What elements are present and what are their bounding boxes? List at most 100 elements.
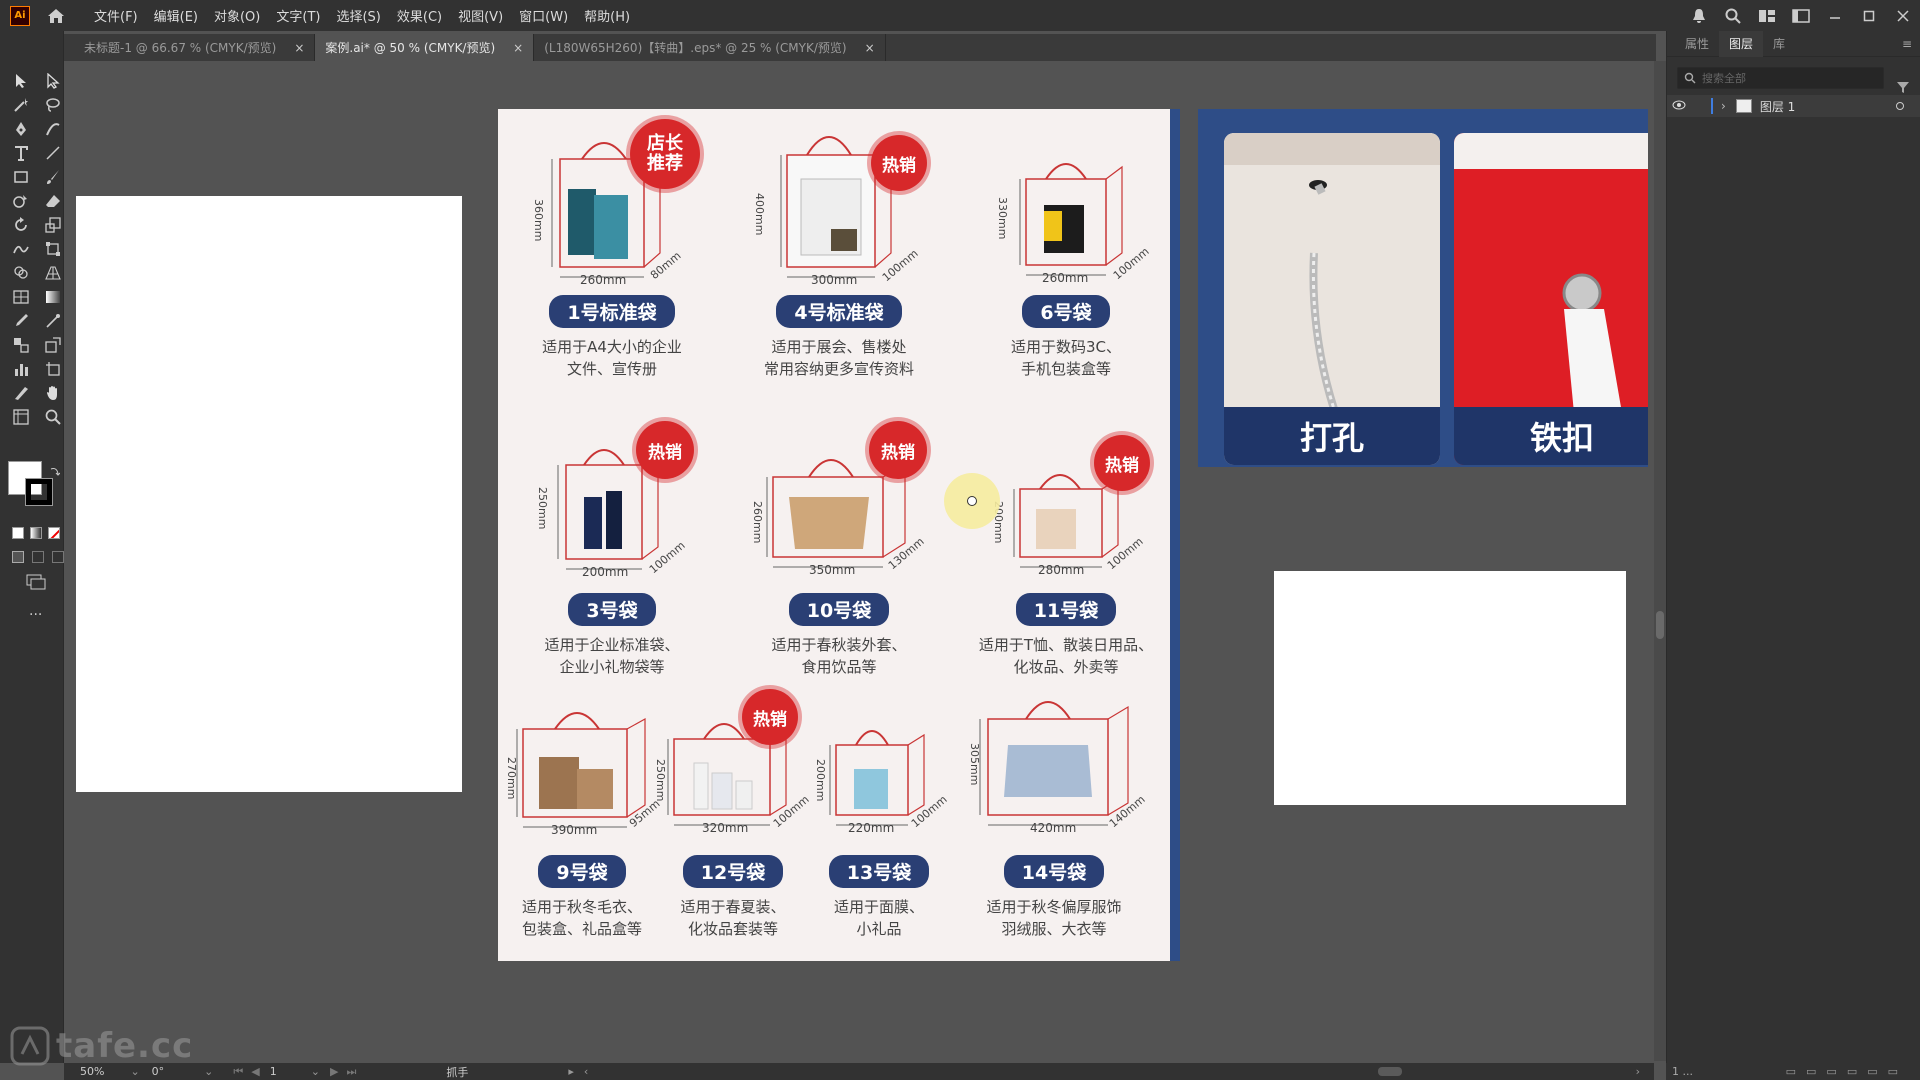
column-graph-tool-icon[interactable] <box>9 357 33 381</box>
more-tools-icon[interactable]: ··· <box>29 607 42 623</box>
layer-actions-icons[interactable]: ▭▭▭▭▭▭ <box>1786 1065 1908 1078</box>
menu-file[interactable]: 文件(F) <box>86 6 146 25</box>
bag-size-chart-artwork[interactable]: 店长 推荐 360mm 260mm 80mm 1号标准袋 适用于A4大小的企业 … <box>498 109 1170 961</box>
bag-usage-text: 适用于数码3C、 手机包装盒等 <box>1010 338 1122 378</box>
eraser-tool-icon[interactable] <box>41 189 65 213</box>
menu-select[interactable]: 选择(S) <box>328 6 388 25</box>
tab-libraries[interactable]: 库 <box>1763 35 1795 52</box>
gradient-tool-icon[interactable] <box>41 285 65 309</box>
tab-layers[interactable]: 图层 <box>1719 30 1764 57</box>
print-tiling-tool-icon[interactable] <box>9 405 33 429</box>
first-artboard-icon[interactable]: ⏮ <box>233 1065 243 1079</box>
pen-tool-icon[interactable] <box>9 117 33 141</box>
free-transform-tool-icon[interactable] <box>41 237 65 261</box>
hand-tool-icon[interactable] <box>41 381 65 405</box>
shaper-tool-icon[interactable] <box>9 189 33 213</box>
document-tab[interactable]: (L180W65H260)【转曲】.eps* @ 25 % (CMYK/预览) … <box>534 34 886 61</box>
layer-target-icon[interactable] <box>1896 102 1904 110</box>
perspective-grid-tool-icon[interactable] <box>41 261 65 285</box>
slice-tool-icon[interactable] <box>9 381 33 405</box>
status-menu-arrow-icon[interactable]: ▸ <box>568 1065 574 1078</box>
menu-type[interactable]: 文字(T) <box>268 6 328 25</box>
horizontal-scroll-thumb[interactable] <box>1378 1067 1402 1076</box>
rotation-dropdown-icon[interactable]: ⌄ <box>204 1065 213 1078</box>
fill-stroke-swatches[interactable] <box>8 461 56 509</box>
horizontal-scroll-right-icon[interactable]: › <box>1636 1065 1640 1078</box>
gradient-mode-icon[interactable] <box>30 527 42 539</box>
prev-artboard-icon[interactable]: ◀ <box>251 1065 259 1078</box>
menu-help[interactable]: 帮助(H) <box>576 6 638 25</box>
layers-search-input[interactable]: 搜索全部 <box>1677 67 1884 89</box>
canvas-vertical-scrollbar[interactable] <box>1654 61 1666 1061</box>
panel-menu-icon[interactable]: ≡ <box>1902 37 1912 51</box>
document-tab-active[interactable]: 案例.ai* @ 50 % (CMYK/预览) × <box>315 34 535 61</box>
artboard-dropdown-icon[interactable]: ⌄ <box>311 1065 320 1078</box>
tab-properties[interactable]: 属性 <box>1675 35 1719 52</box>
zoom-dropdown-icon[interactable]: ⌄ <box>130 1065 139 1078</box>
tab-close-icon[interactable]: × <box>294 41 304 55</box>
draw-normal-icon[interactable] <box>12 551 24 563</box>
menu-edit[interactable]: 编辑(E) <box>146 6 206 25</box>
dim-height: 200mm <box>814 759 827 802</box>
color-mode-icon[interactable] <box>12 527 24 539</box>
rotate-tool-icon[interactable] <box>9 213 33 237</box>
type-tool-icon[interactable] <box>9 141 33 165</box>
arrange-documents-icon[interactable] <box>1750 0 1784 31</box>
zoom-level[interactable]: 50% <box>80 1065 104 1078</box>
menu-effect[interactable]: 效果(C) <box>389 6 450 25</box>
workspace-switcher-icon[interactable] <box>1784 0 1818 31</box>
magic-wand-tool-icon[interactable] <box>9 93 33 117</box>
close-window-icon[interactable] <box>1886 0 1920 31</box>
rotation-value[interactable]: 0° <box>152 1065 165 1078</box>
notification-bell-icon[interactable] <box>1682 0 1716 31</box>
maximize-icon[interactable] <box>1852 0 1886 31</box>
home-icon[interactable] <box>46 6 66 26</box>
artboard-right[interactable] <box>1274 571 1626 805</box>
minimize-icon[interactable] <box>1818 0 1852 31</box>
blend-tool-icon[interactable] <box>9 333 33 357</box>
menu-window[interactable]: 窗口(W) <box>511 6 576 25</box>
punch-hole-card: 打孔 <box>1224 133 1440 465</box>
scale-tool-icon[interactable] <box>41 213 65 237</box>
layer-row[interactable]: › 图层 1 <box>1667 95 1920 117</box>
canvas-area[interactable]: 店长 推荐 360mm 260mm 80mm 1号标准袋 适用于A4大小的企业 … <box>64 61 1654 1061</box>
next-artboard-icon[interactable]: ▶ <box>330 1065 338 1078</box>
artboard-number[interactable]: 1 <box>270 1065 277 1078</box>
direct-selection-tool-icon[interactable] <box>41 69 65 93</box>
tab-close-icon[interactable]: × <box>865 41 875 55</box>
visibility-eye-icon[interactable] <box>1667 99 1691 113</box>
screen-mode-icon[interactable] <box>26 574 46 594</box>
eyedropper-tool-icon[interactable] <box>9 309 33 333</box>
lasso-tool-icon[interactable] <box>41 93 65 117</box>
draw-behind-icon[interactable] <box>32 551 44 563</box>
menu-view[interactable]: 视图(V) <box>450 6 511 25</box>
curvature-tool-icon[interactable] <box>41 117 65 141</box>
live-paint-tool-icon[interactable] <box>41 333 65 357</box>
mesh-tool-icon[interactable] <box>9 285 33 309</box>
last-artboard-icon[interactable]: ⏭ <box>346 1065 356 1079</box>
swap-fill-stroke-icon[interactable] <box>50 461 61 480</box>
measure-tool-icon[interactable] <box>41 309 65 333</box>
search-icon[interactable] <box>1716 0 1750 31</box>
filter-icon[interactable] <box>1896 79 1910 98</box>
none-mode-icon[interactable] <box>48 527 60 539</box>
menu-object[interactable]: 对象(O) <box>206 6 268 25</box>
shape-builder-tool-icon[interactable] <box>9 261 33 285</box>
stroke-swatch[interactable] <box>25 478 53 506</box>
zoom-tool-icon[interactable] <box>41 405 65 429</box>
artboard-left[interactable] <box>76 196 462 792</box>
craft-detail-artwork[interactable]: 打孔 铁扣 <box>1198 109 1648 467</box>
draw-inside-icon[interactable] <box>52 551 64 563</box>
paintbrush-tool-icon[interactable] <box>41 165 65 189</box>
warp-tool-icon[interactable] <box>9 237 33 261</box>
artboard-tool-icon[interactable] <box>41 357 65 381</box>
horizontal-scroll-left-icon[interactable]: ‹ <box>584 1065 588 1078</box>
scroll-thumb[interactable] <box>1656 611 1664 639</box>
search-icon <box>1684 72 1696 84</box>
selection-tool-icon[interactable] <box>9 69 33 93</box>
document-tab[interactable]: 未标题-1 @ 66.67 % (CMYK/预览) × <box>74 34 316 61</box>
line-tool-icon[interactable] <box>41 141 65 165</box>
tab-close-icon[interactable]: × <box>513 41 523 55</box>
rectangle-tool-icon[interactable] <box>9 165 33 189</box>
expand-chevron-icon[interactable]: › <box>1721 99 1726 113</box>
